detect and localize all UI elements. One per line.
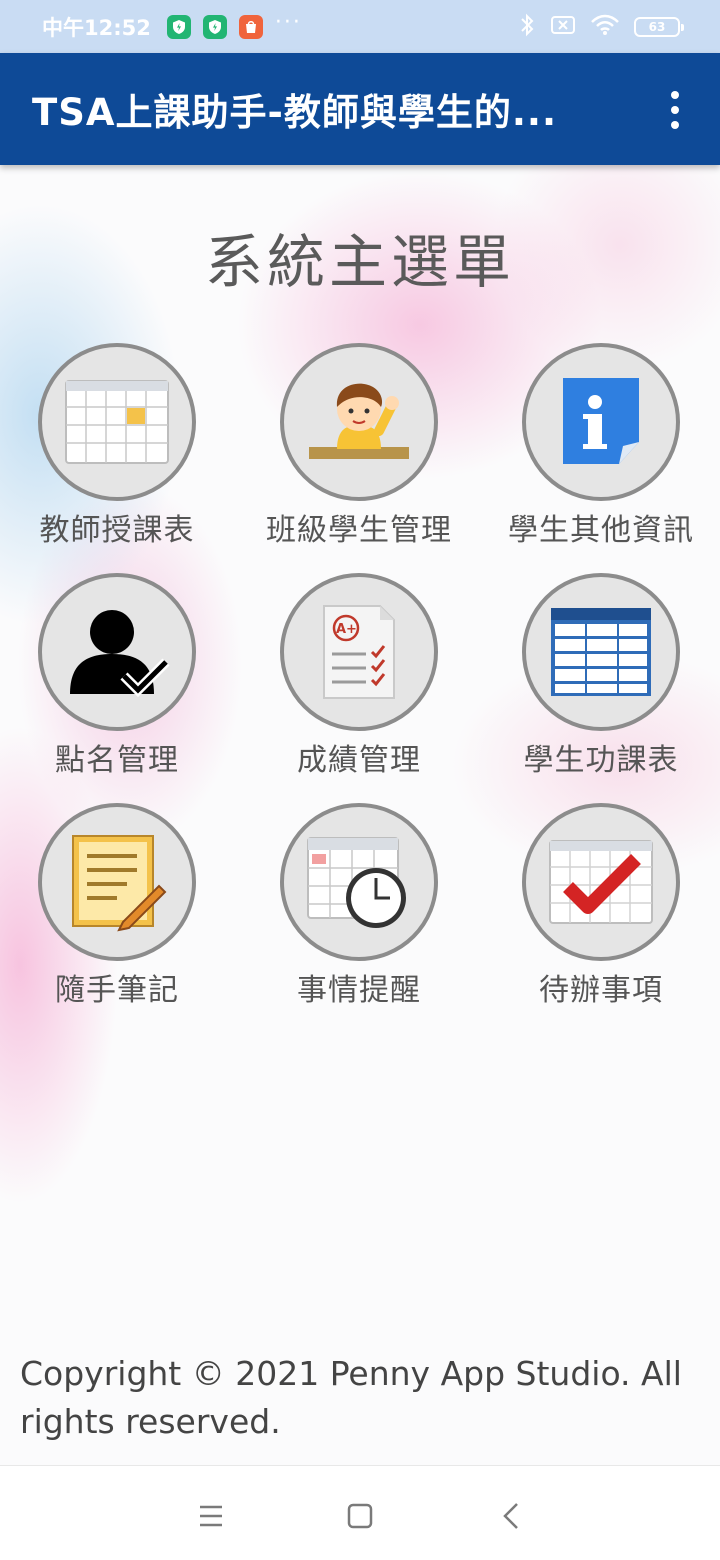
back-button[interactable] [492, 1496, 532, 1536]
recent-apps-button[interactable] [191, 1496, 231, 1536]
menu-item-attendance[interactable]: 點名管理 [7, 573, 227, 779]
menu-item-notes[interactable]: 隨手筆記 [7, 803, 227, 1009]
menu-item-teacher-schedule[interactable]: 教師授課表 [7, 343, 227, 549]
menu-item-label: 學生其他資訊 [508, 513, 694, 548]
app-title: TSA上課助手-教師與學生的... [32, 91, 558, 134]
bluetooth-icon [518, 13, 536, 41]
student-icon [280, 343, 438, 501]
menu-item-label: 點名管理 [55, 743, 179, 778]
calendar-icon [38, 343, 196, 501]
menu-item-reminders[interactable]: 事情提醒 [249, 803, 469, 1009]
notes-icon [38, 803, 196, 961]
store-notification-icon [238, 14, 263, 39]
todo-check-icon [522, 803, 680, 961]
shield-notification-icon [166, 14, 191, 39]
home-button[interactable] [340, 1496, 380, 1536]
app-bar: TSA上課助手-教師與學生的... [0, 53, 720, 165]
more-notifications-icon: ··· [274, 10, 302, 35]
svg-text:A+: A+ [336, 622, 357, 637]
menu-item-student-info[interactable]: 學生其他資訊 [491, 343, 711, 549]
menu-item-label: 班級學生管理 [266, 513, 452, 548]
wifi-icon [590, 14, 620, 40]
overflow-menu-icon[interactable] [660, 91, 690, 129]
system-status-icons: 63 [518, 13, 684, 41]
battery-icon: 63 [634, 16, 684, 37]
no-sim-icon [550, 14, 576, 40]
menu-item-student-homework[interactable]: 學生功課表 [491, 573, 711, 779]
menu-item-label: 待辦事項 [539, 973, 663, 1008]
main-menu: 系統主選單 教師授課表 班級學生管理 學生其他資訊 點名管理 A+ 成績管理 學… [0, 165, 720, 1465]
menu-item-grades[interactable]: A+ 成績管理 [249, 573, 469, 779]
attendance-icon [38, 573, 196, 731]
copyright-text: Copyright © 2021 Penny App Studio. All r… [20, 1354, 682, 1441]
menu-item-label: 成績管理 [297, 743, 421, 778]
menu-item-class-students[interactable]: 班級學生管理 [249, 343, 469, 549]
system-nav-bar [0, 1465, 720, 1560]
menu-item-todo[interactable]: 待辦事項 [491, 803, 711, 1009]
grades-icon: A+ [280, 573, 438, 731]
menu-item-label: 隨手筆記 [55, 973, 179, 1008]
info-icon [522, 343, 680, 501]
menu-item-label: 學生功課表 [523, 743, 679, 778]
page-title: 系統主選單 [204, 228, 515, 296]
menu-item-label: 事情提醒 [297, 973, 421, 1008]
shield-notification-icon [202, 14, 227, 39]
status-bar: 中午12:52 ··· 63 [0, 0, 720, 53]
menu-item-label: 教師授課表 [39, 513, 195, 548]
reminder-clock-icon [280, 803, 438, 961]
status-time: 中午12:52 [42, 15, 151, 40]
table-icon [522, 573, 680, 731]
